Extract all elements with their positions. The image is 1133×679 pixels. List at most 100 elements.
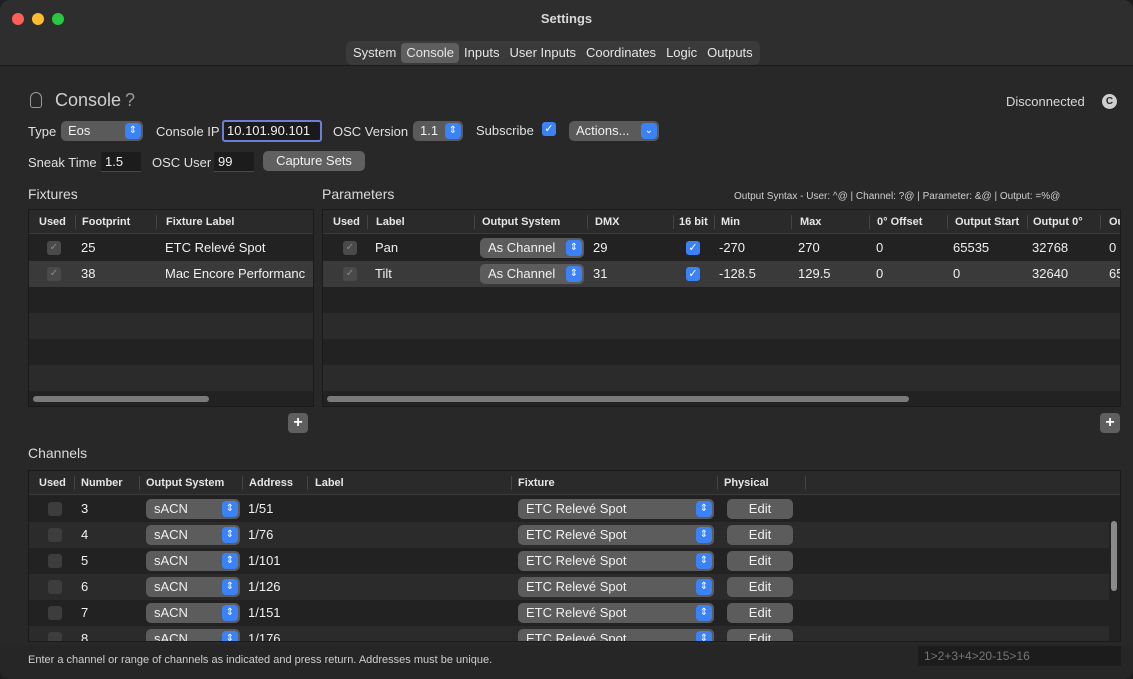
used-checkbox[interactable]: ✓ [343, 267, 357, 281]
osc-user-field[interactable]: 99 [214, 152, 254, 172]
table-row[interactable]: ✓ 38 Mac Encore Performanc [29, 261, 313, 287]
edit-physical-button[interactable]: Edit [727, 629, 793, 641]
edit-physical-button[interactable]: Edit [727, 577, 793, 597]
fixture-select[interactable]: ETC Relevé Spot ⇕ [518, 499, 714, 519]
tab-inputs[interactable]: Inputs [459, 43, 504, 63]
col-output-system[interactable]: Output System [482, 216, 560, 228]
subscribe-checkbox[interactable]: ✓ [542, 122, 556, 136]
output-system-select[interactable]: sACN ⇕ [146, 551, 240, 571]
output-system-select[interactable]: As Channel ⇕ [480, 264, 584, 284]
fixture-select[interactable]: ETC Relevé Spot ⇕ [518, 551, 714, 571]
16bit-checkbox[interactable]: ✓ [686, 267, 700, 281]
output-system-select[interactable]: sACN ⇕ [146, 629, 240, 641]
empty-row [29, 339, 313, 365]
used-checkbox[interactable] [48, 632, 62, 641]
horizontal-scrollbar[interactable] [33, 396, 209, 402]
vertical-scrollbar[interactable] [1111, 521, 1117, 591]
table-row[interactable]: ✓ Pan As Channel ⇕ 29 ✓ -270 270 0 65535… [323, 235, 1120, 261]
col-min[interactable]: Min [721, 216, 740, 228]
fixture-value: ETC Relevé Spot [526, 631, 627, 642]
col-used[interactable]: Used [39, 477, 66, 489]
col-max[interactable]: Max [800, 216, 821, 228]
output-system-select[interactable]: sACN ⇕ [146, 499, 240, 519]
console-ip-field[interactable]: 10.101.90.101 [222, 120, 322, 142]
fixture-select[interactable]: ETC Relevé Spot ⇕ [518, 577, 714, 597]
used-checkbox[interactable] [48, 606, 62, 620]
tab-coordinates[interactable]: Coordinates [581, 43, 661, 63]
empty-row [323, 339, 1120, 365]
output-system-select[interactable]: As Channel ⇕ [480, 238, 584, 258]
table-row[interactable]: 6 sACN ⇕ 1/126 ETC Relevé Spot ⇕ Edit [29, 574, 1109, 600]
channel-number: 4 [81, 527, 89, 542]
type-select[interactable]: Eos ⇕ [61, 121, 143, 141]
table-row[interactable]: 8 sACN ⇕ 1/176 ETC Relevé Spot ⇕ Edit [29, 626, 1109, 642]
channels-table: Used Number Output System Address Label … [28, 470, 1121, 642]
osc-version-select[interactable]: 1.1 ⇕ [413, 121, 463, 141]
column-divider [1100, 215, 1101, 229]
col-physical[interactable]: Physical [724, 477, 769, 489]
table-row[interactable]: 5 sACN ⇕ 1/101 ETC Relevé Spot ⇕ Edit [29, 548, 1109, 574]
col-16bit[interactable]: 16 bit [679, 216, 708, 228]
col-output-system[interactable]: Output System [146, 477, 224, 489]
console-ip-label: Console IP [156, 124, 220, 139]
table-row[interactable]: 4 sACN ⇕ 1/76 ETC Relevé Spot ⇕ Edit [29, 522, 1109, 548]
used-checkbox[interactable]: ✓ [343, 241, 357, 255]
edit-physical-button[interactable]: Edit [727, 551, 793, 571]
connection-icon[interactable]: C [1102, 94, 1117, 109]
col-dmx[interactable]: DMX [595, 216, 619, 228]
tab-bar: System Console Inputs User Inputs Coordi… [346, 41, 760, 65]
col-used[interactable]: Used [39, 216, 66, 228]
capture-sets-button[interactable]: Capture Sets [263, 151, 365, 171]
horizontal-scrollbar[interactable] [327, 396, 909, 402]
fixture-select[interactable]: ETC Relevé Spot ⇕ [518, 629, 714, 642]
col-fixture[interactable]: Fixture [518, 477, 555, 489]
16bit-checkbox[interactable]: ✓ [686, 241, 700, 255]
col-footprint[interactable]: Footprint [82, 216, 130, 228]
col-ou[interactable]: Ou [1109, 216, 1120, 228]
table-row[interactable]: ✓ 25 ETC Relevé Spot [29, 235, 313, 261]
col-number[interactable]: Number [81, 477, 123, 489]
tab-logic[interactable]: Logic [661, 43, 702, 63]
actions-menu[interactable]: Actions... ⌄ [569, 121, 659, 141]
used-checkbox[interactable]: ✓ [47, 241, 61, 255]
used-checkbox[interactable]: ✓ [47, 267, 61, 281]
fixture-select[interactable]: ETC Relevé Spot ⇕ [518, 603, 714, 623]
output-system-select[interactable]: sACN ⇕ [146, 603, 240, 623]
column-divider [139, 476, 140, 490]
edit-physical-button[interactable]: Edit [727, 499, 793, 519]
used-checkbox[interactable] [48, 502, 62, 516]
used-checkbox[interactable] [48, 528, 62, 542]
table-row[interactable]: ✓ Tilt As Channel ⇕ 31 ✓ -128.5 129.5 0 … [323, 261, 1120, 287]
tab-system[interactable]: System [348, 43, 401, 63]
used-checkbox[interactable] [48, 554, 62, 568]
col-label[interactable]: Label [315, 477, 344, 489]
table-row[interactable]: 7 sACN ⇕ 1/151 ETC Relevé Spot ⇕ Edit [29, 600, 1109, 626]
used-checkbox[interactable] [48, 580, 62, 594]
type-value: Eos [68, 123, 91, 138]
help-icon[interactable]: ? [125, 90, 135, 111]
col-output-start[interactable]: Output Start [955, 216, 1019, 228]
fixture-select[interactable]: ETC Relevé Spot ⇕ [518, 525, 714, 545]
edit-physical-button[interactable]: Edit [727, 603, 793, 623]
tab-console[interactable]: Console [401, 43, 460, 63]
channel-entry-field[interactable] [918, 646, 1121, 666]
col-output-zero[interactable]: Output 0° [1033, 216, 1083, 228]
table-row[interactable]: 3 sACN ⇕ 1/51 ETC Relevé Spot ⇕ Edit [29, 496, 1109, 522]
add-fixture-button[interactable]: + [288, 413, 308, 433]
col-offset[interactable]: 0° Offset [877, 216, 922, 228]
fixture-value: ETC Relevé Spot [526, 527, 627, 542]
output-system-value: sACN [154, 579, 188, 594]
edit-physical-button[interactable]: Edit [727, 525, 793, 545]
col-address[interactable]: Address [249, 477, 293, 489]
output-system-select[interactable]: sACN ⇕ [146, 577, 240, 597]
add-parameter-button[interactable]: + [1100, 413, 1120, 433]
dmx: 31 [593, 266, 608, 281]
output-system-select[interactable]: sACN ⇕ [146, 525, 240, 545]
col-label[interactable]: Label [376, 216, 405, 228]
tab-user-inputs[interactable]: User Inputs [504, 43, 580, 63]
col-fixture-label[interactable]: Fixture Label [166, 216, 234, 228]
footprint: 38 [81, 266, 96, 281]
tab-outputs[interactable]: Outputs [702, 43, 758, 63]
col-used[interactable]: Used [333, 216, 360, 228]
sneak-time-field[interactable]: 1.5 [101, 152, 141, 172]
